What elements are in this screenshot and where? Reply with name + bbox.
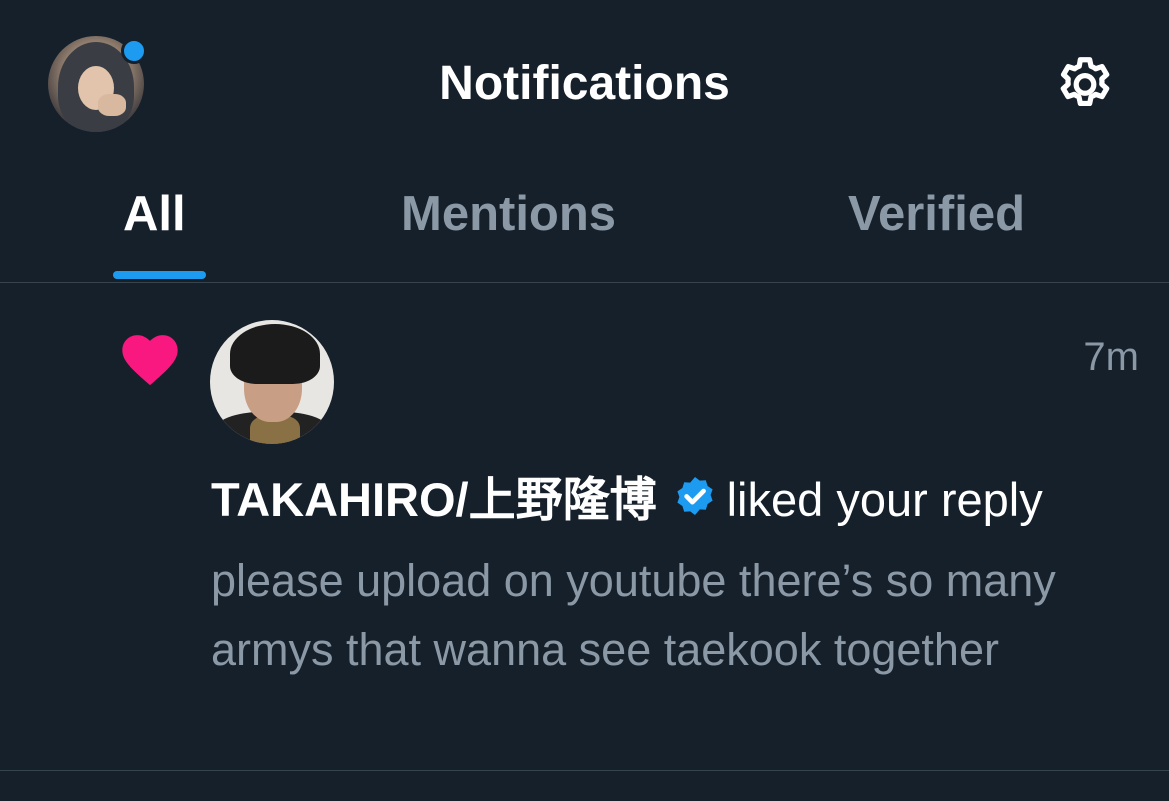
tab-bar: All Mentions Verified bbox=[0, 170, 1169, 283]
user-avatar[interactable] bbox=[210, 320, 334, 444]
tab-all[interactable]: All bbox=[123, 184, 186, 244]
timestamp: 7m bbox=[1083, 335, 1139, 379]
user-name[interactable]: TAKAHIRO/上野隆博 bbox=[211, 473, 657, 526]
notification-headline: TAKAHIRO/上野隆博 liked your reply bbox=[211, 472, 1043, 528]
reply-text: please upload on youtube there’s so many… bbox=[211, 555, 1056, 675]
gear-icon[interactable] bbox=[1052, 52, 1118, 118]
tab-mentions[interactable]: Mentions bbox=[401, 184, 616, 244]
header: Notifications bbox=[0, 0, 1169, 170]
tab-verified[interactable]: Verified bbox=[848, 184, 1025, 244]
verified-badge-icon bbox=[677, 477, 713, 515]
avatar-hair-shape bbox=[230, 324, 320, 384]
page-title: Notifications bbox=[439, 57, 730, 110]
heart-icon bbox=[122, 335, 178, 386]
action-text: liked your reply bbox=[726, 473, 1043, 526]
notification-item[interactable]: 7m TAKAHIRO/上野隆博 liked your reply please… bbox=[0, 283, 1169, 771]
notifications-screen: Notifications All Mentions Verified 7m T… bbox=[0, 0, 1169, 801]
active-tab-indicator bbox=[113, 271, 206, 279]
